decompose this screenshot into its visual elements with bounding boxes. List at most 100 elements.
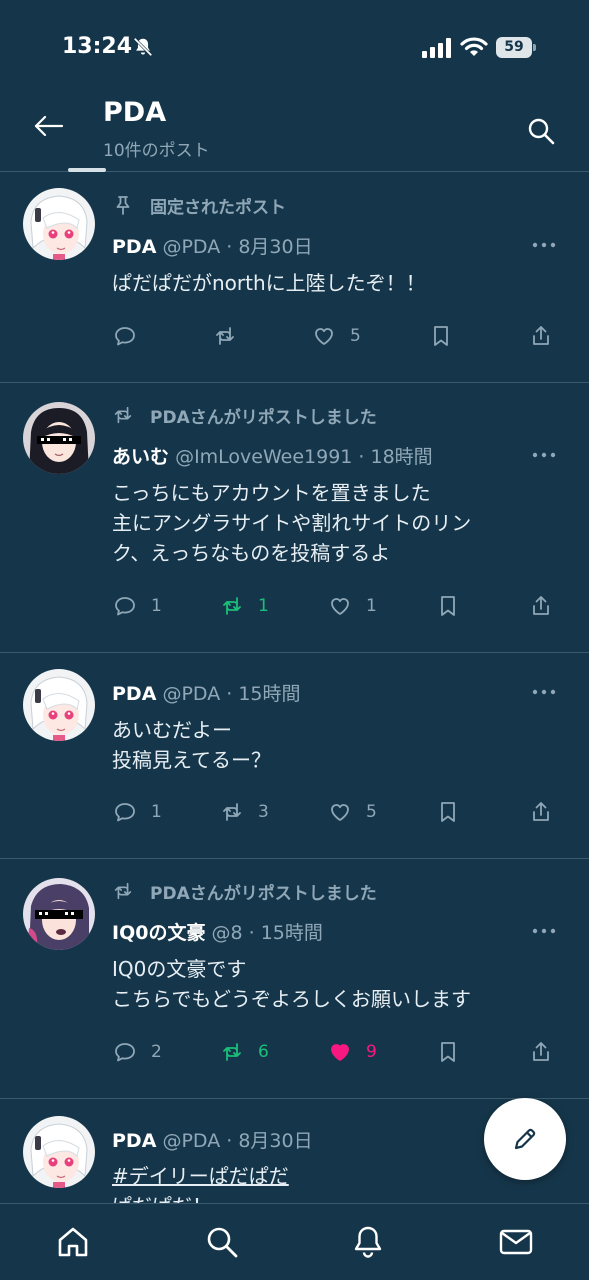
bookmark-icon [441,802,455,822]
author-name[interactable]: PDA [112,1130,156,1152]
bookmark-icon [434,326,448,346]
share-icon [533,596,549,615]
avatar[interactable] [23,878,95,950]
repost-icon [216,327,234,345]
more-icon[interactable] [530,687,558,697]
pinned-label: 固定されたポスト [112,193,286,218]
reply-icon [115,597,135,616]
bell-icon [354,1226,382,1258]
like-count: 5 [366,802,377,822]
repost-icon [223,597,241,615]
avatar[interactable] [23,1116,95,1188]
nav-messages[interactable] [498,1224,534,1260]
repost-button[interactable]: 3 [220,800,269,824]
reply-button[interactable] [113,324,151,348]
post-text-line: IQ0の文豪です [112,957,247,981]
post-text-line: ぱだぱだ！ [112,1191,289,1203]
context-text: PDAさんがリポストしました [150,407,377,428]
reply-icon [115,803,135,822]
post-text: #デイリーぱだぱだ ぱだぱだ！ [112,1161,289,1203]
repost-count: 3 [258,802,269,822]
like-button[interactable]: 1 [328,594,377,618]
context-text: PDAさんがリポストしました [150,883,377,904]
post-item[interactable]: 固定されたポスト PDA @PDA · 8月30日 ぱだぱだがnorthに上陸し… [0,173,589,383]
battery-level: 59 [504,39,524,55]
bookmark-button[interactable] [436,800,474,824]
post-text-line: こちらでもどうぞよろしくお願いします [112,987,471,1011]
home-icon [58,1227,88,1257]
nav-notifications[interactable] [350,1224,386,1260]
avatar[interactable] [23,402,95,474]
compose-button[interactable] [484,1098,566,1180]
more-icon[interactable] [530,450,558,460]
reply-button[interactable]: 2 [113,1040,162,1064]
status-bar: 13:24 59 [0,0,589,92]
like-icon [331,1044,349,1061]
more-icon[interactable] [530,240,558,250]
post-text-line: ぱだぱだがnorthに上陸したぞ！！ [112,271,426,295]
like-button[interactable]: 5 [312,324,361,348]
share-button[interactable] [529,324,567,348]
bottom-nav [0,1203,589,1280]
avatar[interactable] [23,188,95,260]
post-feed[interactable]: 固定されたポスト PDA @PDA · 8月30日 ぱだぱだがnorthに上陸し… [0,173,589,1203]
pin-icon [116,196,130,215]
post-item[interactable]: PDAさんがリポストしました IQ0の文豪 @8 · 15時間 IQ0の文豪です… [0,859,589,1099]
repost-context: PDAさんがリポストしました [112,403,377,428]
share-button[interactable] [529,800,567,824]
bookmark-button[interactable] [436,594,474,618]
post-item[interactable]: PDAさんがリポストしました あいむ @ImLoveWee1991 · 18時間… [0,383,589,653]
reply-count: 2 [151,1042,162,1062]
post-text: こっちにもアカウントを置きました 主にアングラサイトや割れサイトのリン ク、えっ… [112,478,471,568]
author-meta: @PDA · 8月30日 [162,1130,313,1152]
repost-button[interactable]: 1 [220,594,269,618]
like-icon [331,598,349,615]
like-button[interactable]: 5 [328,800,377,824]
page-title: PDA [103,97,167,128]
author-meta: @ImLoveWee1991 · 18時間 [175,446,433,468]
author-meta: @PDA · 15時間 [162,683,301,705]
author-meta: @PDA · 8月30日 [162,236,313,258]
like-button[interactable]: 9 [328,1040,377,1064]
share-button[interactable] [529,594,567,618]
post-text: ぱだぱだがnorthに上陸したぞ！！ [112,268,426,298]
reply-count: 1 [151,802,162,822]
reply-button[interactable]: 1 [113,800,162,824]
status-time: 13:24 [62,34,133,59]
author-name[interactable]: IQ0の文豪 [112,922,205,944]
like-icon [331,804,349,821]
nav-search[interactable] [204,1224,240,1260]
author-name[interactable]: PDA [112,683,156,705]
share-icon [533,802,549,821]
post-author-line: PDA @PDA · 8月30日 [112,232,313,259]
post-count: 10件のポスト [103,141,210,161]
author-name[interactable]: PDA [112,236,156,258]
share-button[interactable] [529,1040,567,1064]
post-author-line: PDA @PDA · 8月30日 [112,1126,313,1153]
search-icon [207,1227,238,1258]
repost-count: 6 [258,1042,269,1062]
context-text: 固定されたポスト [150,197,286,218]
author-meta: @8 · 15時間 [211,922,323,944]
reply-button[interactable]: 1 [113,594,162,618]
search-icon[interactable] [526,116,556,146]
post-text-line: あいむだよー [112,718,232,742]
nav-home[interactable] [55,1224,91,1260]
repost-button[interactable]: 6 [220,1040,269,1064]
battery-indicator: 59 [496,37,536,58]
post-item[interactable]: PDA @PDA · 15時間 あいむだよー 投稿見えてるー？ 1 3 5 [0,653,589,859]
bookmark-button[interactable] [436,1040,474,1064]
back-arrow-icon[interactable] [30,114,66,138]
bookmark-button[interactable] [429,324,467,348]
repost-icon [114,406,132,424]
repost-context: PDAさんがリポストしました [112,879,377,904]
reply-icon [115,327,135,346]
hashtag-link[interactable]: #デイリーぱだぱだ [112,1161,289,1191]
like-count: 5 [350,326,361,346]
author-name[interactable]: あいむ [112,446,169,468]
compose-icon [514,1128,536,1150]
more-icon[interactable] [530,926,558,936]
avatar[interactable] [23,669,95,741]
repost-button[interactable] [213,324,251,348]
reply-count: 1 [151,596,162,616]
